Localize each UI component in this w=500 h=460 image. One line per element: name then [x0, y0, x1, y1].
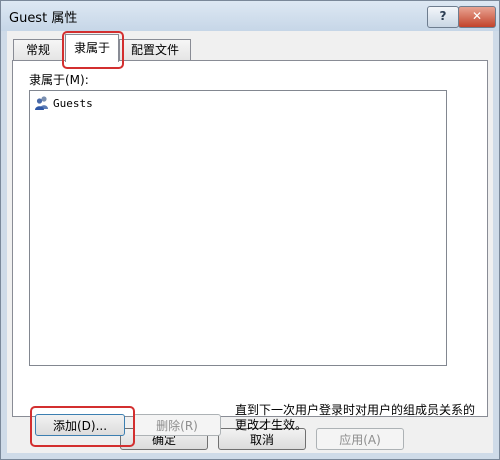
add-button[interactable]: 添加(D)...	[35, 414, 125, 436]
title-bar[interactable]: Guest 属性 ? ✕	[1, 1, 499, 31]
window-title: Guest 属性	[9, 11, 78, 26]
tab-member-of[interactable]: 隶属于	[65, 34, 119, 62]
properties-dialog: Guest 属性 ? ✕ 常规 隶属于 配置文件 隶属于(M): Guests	[0, 0, 500, 460]
group-name: Guests	[53, 96, 93, 110]
member-list[interactable]: Guests	[29, 90, 447, 366]
member-of-panel: 隶属于(M): Guests 添加(D)... 删除(R) 直到下一次用户登录时…	[12, 60, 488, 447]
tab-profile[interactable]: 配置文件	[119, 39, 191, 61]
remove-button: 删除(R)	[133, 414, 221, 436]
dialog-client: 常规 隶属于 配置文件 隶属于(M): Guests 添加(D)... 删除(R…	[7, 31, 493, 453]
group-icon	[35, 96, 48, 110]
close-button[interactable]: ✕	[458, 6, 496, 28]
help-button[interactable]: ?	[427, 6, 459, 28]
membership-hint: 直到下一次用户登录时对用户的组成员关系的更改才生效。	[235, 403, 476, 432]
tab-general[interactable]: 常规	[13, 39, 63, 61]
member-of-label: 隶属于(M):	[29, 73, 89, 87]
list-item[interactable]: Guests	[34, 94, 93, 112]
